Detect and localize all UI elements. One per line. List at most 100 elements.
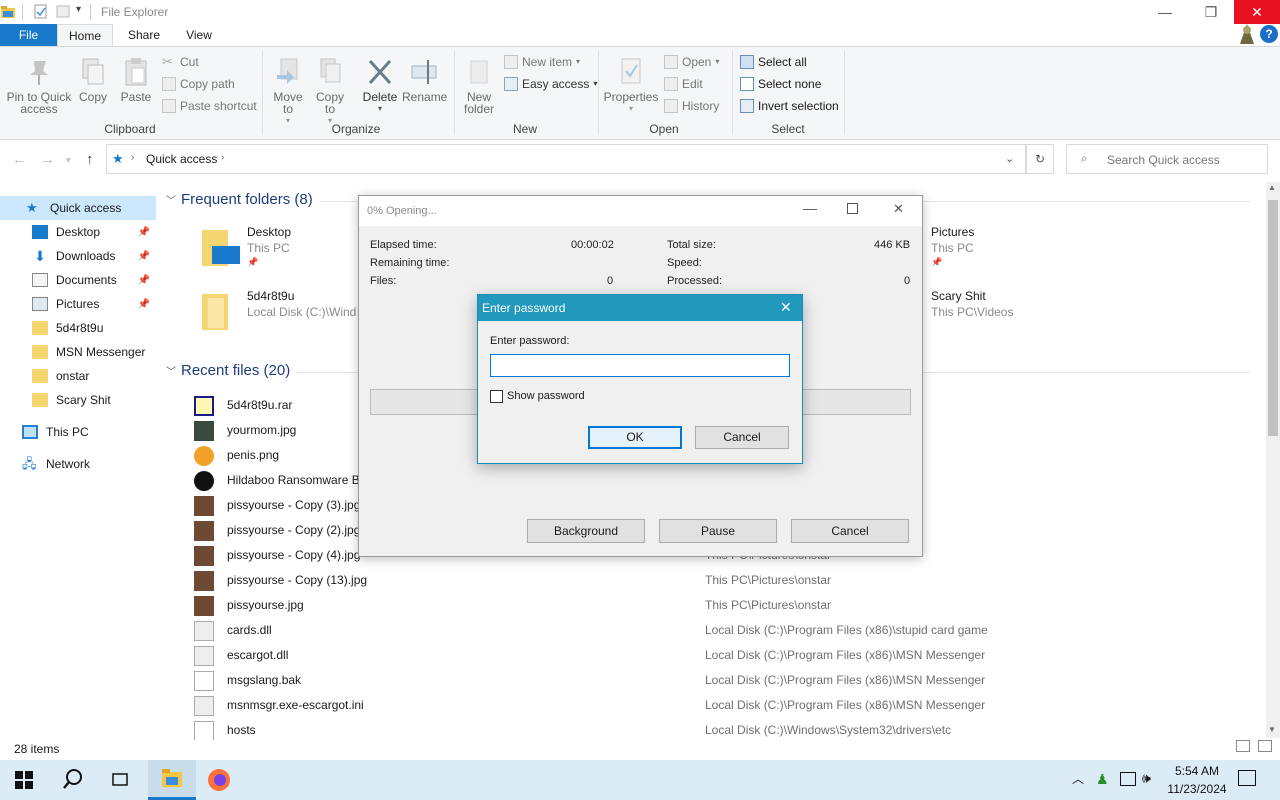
recent-file-row[interactable]: escargot.dll Local Disk (C:)\Program File… <box>190 643 1250 668</box>
cancel-button[interactable]: Cancel <box>695 426 789 449</box>
collapse-chevron-icon[interactable]: ﹀ <box>166 363 176 378</box>
recent-file-row[interactable]: pissyourse.jpg This PC\Pictures\onstar <box>190 593 1250 618</box>
ok-button[interactable]: OK <box>588 426 682 449</box>
maximize-button[interactable]: ❐ <box>1188 0 1234 24</box>
collapse-chevron-icon[interactable]: ﹀ <box>166 192 176 207</box>
nav-item-documents[interactable]: Documents 📌 <box>0 268 156 292</box>
back-arrow-icon[interactable]: ← <box>12 151 27 168</box>
file-name: hosts <box>227 723 256 737</box>
ribbon-avatar-icon <box>1236 20 1258 46</box>
network-status-icon[interactable] <box>1120 772 1136 786</box>
scrollbar-thumb[interactable] <box>1268 200 1278 436</box>
new-item-button[interactable]: New item ▾ <box>504 53 580 71</box>
easy-access-button[interactable]: Easy access ▾ <box>504 75 597 93</box>
dialog-close-button[interactable]: ✕ <box>893 201 904 217</box>
tab-view[interactable]: View <box>173 24 225 46</box>
delete-button[interactable]: Delete ▾ <box>360 57 400 115</box>
open-button[interactable]: Open ▾ <box>664 53 719 71</box>
scissors-icon: ✂ <box>162 54 173 69</box>
tab-file[interactable]: File <box>0 24 57 46</box>
search-input[interactable]: Search Quick access <box>1107 153 1220 167</box>
nav-quick-access[interactable]: ★ Quick access <box>0 196 156 220</box>
select-group-label: Select <box>771 122 805 136</box>
invert-selection-button[interactable]: Invert selection <box>740 97 839 115</box>
forward-arrow-icon[interactable]: → <box>40 151 55 168</box>
show-password-label[interactable]: Show password <box>507 390 585 402</box>
copy-button[interactable]: Copy <box>76 57 110 103</box>
password-dialog-close-button[interactable]: ✕ <box>780 299 792 316</box>
recent-file-row[interactable]: pissyourse - Copy (13).jpg This PC\Pictur… <box>190 568 1250 593</box>
clock-time[interactable]: 5:54 AM <box>1166 764 1228 778</box>
password-input[interactable] <box>490 354 790 377</box>
tile-desktop-name[interactable]: Desktop <box>247 225 291 239</box>
select-none-button[interactable]: Select none <box>740 75 821 93</box>
firefox-icon[interactable] <box>207 768 231 792</box>
recent-file-row[interactable]: cards.dll Local Disk (C:)\Program Files (… <box>190 618 1250 643</box>
edit-button[interactable]: Edit <box>664 75 703 93</box>
properties-button[interactable]: Properties ▾ <box>602 57 660 115</box>
recent-file-row[interactable]: msnmsgr.exe-escargot.ini Local Disk (C:)\… <box>190 693 1250 718</box>
select-all-button[interactable]: Select all <box>740 53 807 71</box>
task-view-icon[interactable] <box>110 770 130 790</box>
copy-to-button[interactable]: Copy to ▾ <box>310 57 350 127</box>
tile-scary-shit-name[interactable]: Scary Shit <box>931 289 986 303</box>
scroll-down-icon[interactable]: ▼ <box>1268 725 1276 734</box>
address-bar[interactable]: ★ › Quick access › ⌄ <box>106 144 1026 174</box>
nav-item-scary-shit[interactable]: Scary Shit <box>0 388 156 412</box>
pause-button[interactable]: Pause <box>659 519 777 543</box>
rename-button[interactable]: Rename <box>402 57 447 103</box>
refresh-icon[interactable]: ↻ <box>1026 144 1054 174</box>
new-folder-qa-icon[interactable] <box>56 4 70 19</box>
history-button[interactable]: History <box>664 97 719 115</box>
cut-button[interactable]: ✂ Cut <box>162 53 199 71</box>
qa-customize-dropdown-icon[interactable]: ▾ <box>76 4 81 15</box>
properties-qa-icon[interactable] <box>34 4 48 19</box>
search-icon[interactable] <box>62 768 84 790</box>
nav-item-5d4r8t9u[interactable]: 5d4r8t9u <box>0 316 156 340</box>
nav-network[interactable]: 🖧 Network <box>0 452 156 476</box>
folder-icon <box>200 290 240 332</box>
tab-home[interactable]: Home <box>57 24 113 46</box>
user-presence-icon[interactable]: ♟ <box>1096 771 1112 787</box>
pin-to-quick-access-button[interactable]: Pin to Quick access <box>4 57 74 115</box>
recent-file-row[interactable]: msgslang.bak Local Disk (C:)\Program File… <box>190 668 1250 693</box>
show-password-checkbox[interactable] <box>490 390 503 403</box>
dialog-maximize-button[interactable] <box>847 203 858 214</box>
breadcrumb-quick-access[interactable]: Quick access <box>146 152 217 166</box>
search-box[interactable]: ⌕ Search Quick access <box>1066 144 1268 174</box>
large-icons-view-icon[interactable] <box>1258 740 1272 752</box>
new-folder-button[interactable]: New folder <box>460 57 498 115</box>
recent-locations-chevron-icon[interactable]: ▾ <box>66 155 71 166</box>
nav-item-desktop[interactable]: Desktop 📌 <box>0 220 156 244</box>
copy-path-button[interactable]: Copy path <box>162 75 235 93</box>
properties-label: Properties <box>603 90 659 104</box>
nav-item-downloads[interactable]: ⬇ Downloads 📌 <box>0 244 156 268</box>
move-to-button[interactable]: Move to ▾ <box>268 57 308 127</box>
help-icon[interactable]: ? <box>1260 25 1278 43</box>
details-view-icon[interactable] <box>1236 740 1250 752</box>
tile-pictures-name[interactable]: Pictures <box>931 225 974 239</box>
nav-item-pictures[interactable]: Pictures 📌 <box>0 292 156 316</box>
notification-icon[interactable] <box>1238 770 1256 786</box>
tab-share[interactable]: Share <box>117 24 171 46</box>
windows-start-icon[interactable] <box>15 771 33 789</box>
up-arrow-icon[interactable]: ↑ <box>86 151 94 168</box>
paste-shortcut-button[interactable]: Paste shortcut <box>162 97 257 115</box>
taskbar-file-explorer[interactable] <box>148 760 196 800</box>
clock-date[interactable]: 11/23/2024 <box>1160 782 1234 796</box>
recent-files-header[interactable]: Recent files (20) <box>181 362 290 379</box>
background-button[interactable]: Background <box>527 519 645 543</box>
nav-item-onstar[interactable]: onstar <box>0 364 156 388</box>
frequent-folders-header[interactable]: Frequent folders (8) <box>181 191 313 208</box>
show-hidden-icons-chevron-icon[interactable]: ︿ <box>1072 770 1084 787</box>
minimize-button[interactable]: — <box>1142 0 1188 24</box>
nav-this-pc[interactable]: This PC <box>0 420 156 444</box>
dialog-minimize-button[interactable]: — <box>803 200 817 216</box>
scroll-up-icon[interactable]: ▲ <box>1268 183 1276 192</box>
nav-item-msn-messenger[interactable]: MSN Messenger <box>0 340 156 364</box>
cancel-extraction-button[interactable]: Cancel <box>791 519 909 543</box>
paste-button[interactable]: Paste <box>118 57 154 103</box>
address-dropdown-chevron-icon[interactable]: ⌄ <box>1005 152 1014 165</box>
volume-icon[interactable]: 🕪 <box>1142 770 1151 787</box>
tile-5d4r8t9u-name[interactable]: 5d4r8t9u <box>247 289 294 303</box>
